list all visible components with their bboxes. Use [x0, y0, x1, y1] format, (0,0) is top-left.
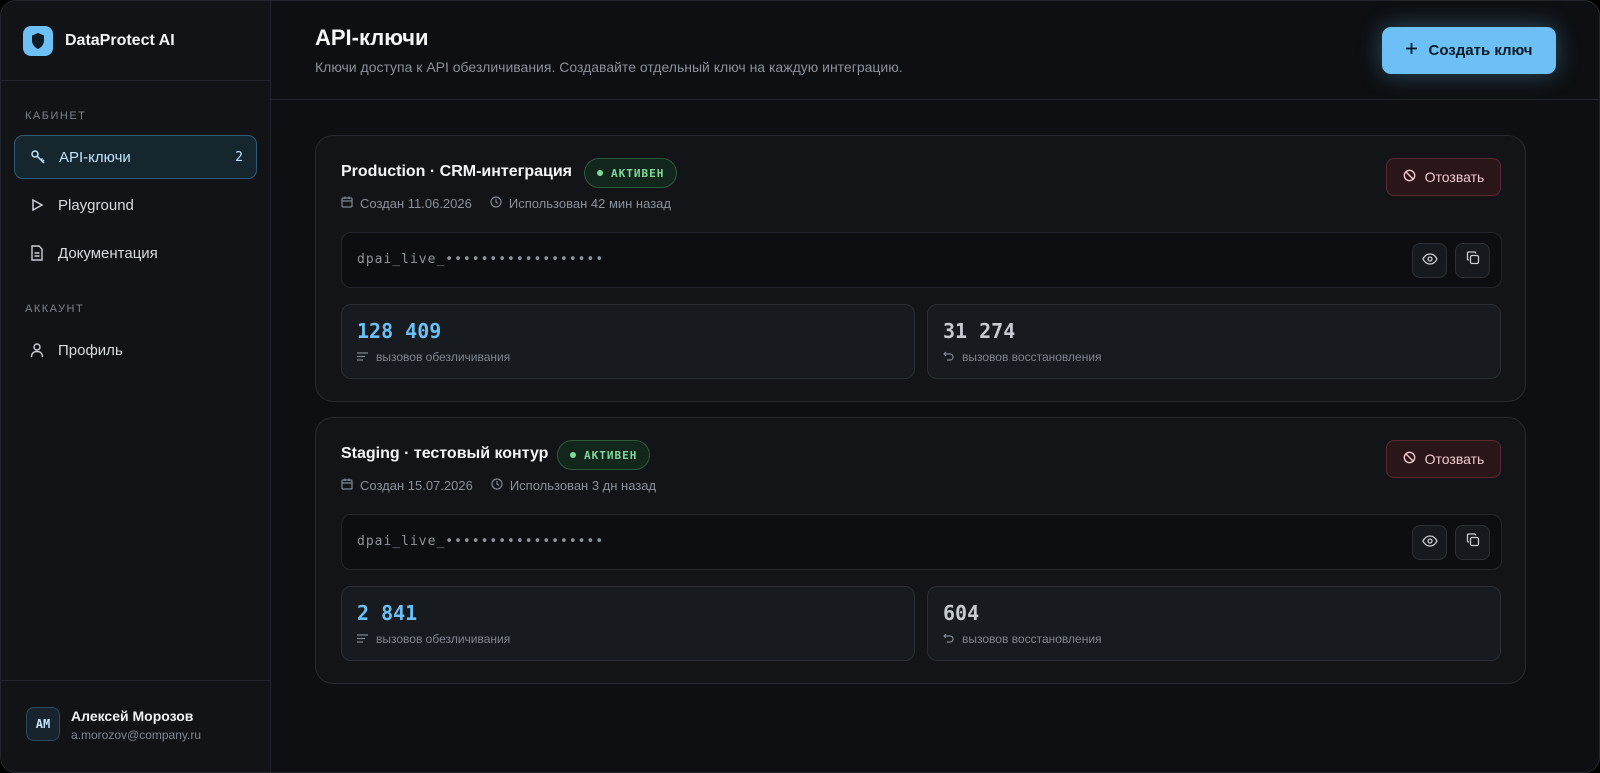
app-window: DataProtect AI КАБИНЕТ API-ключи 2 Playg…: [0, 0, 1600, 773]
key-name: Production · CRM-интеграция: [341, 163, 572, 180]
user-email: a.morozov@company.ru: [71, 728, 202, 742]
shield-logo-icon: [23, 25, 53, 56]
restore-label: вызовов восстановления: [962, 632, 1102, 646]
sidebar-item-label: API-ключи: [59, 148, 131, 166]
restore-count: 604: [943, 601, 980, 625]
show-key-button[interactable]: [1412, 525, 1447, 560]
api-key-card: Staging · тестовый контур АКТИВЕН Создан…: [315, 417, 1526, 684]
lines-icon: [357, 632, 368, 646]
user-block[interactable]: AM Алексей Морозов a.morozov@company.ru: [1, 680, 271, 772]
calendar-icon: [341, 478, 353, 493]
copy-key-button[interactable]: [1455, 243, 1490, 278]
created-date: Создан 15.07.2026: [360, 478, 473, 493]
brand[interactable]: DataProtect AI: [1, 1, 270, 81]
page-subtitle: Ключи доступа к API обезличивания. Созда…: [315, 59, 903, 75]
anonymize-label: вызовов обезличивания: [376, 350, 511, 364]
nav-section-account: АККАУНТ: [25, 303, 85, 315]
sidebar-item-playground[interactable]: Playground: [14, 183, 257, 227]
sidebar: DataProtect AI КАБИНЕТ API-ключи 2 Playg…: [1, 1, 271, 772]
avatar: AM: [26, 707, 60, 741]
undo-icon: [943, 632, 954, 646]
sidebar-item-label: Профиль: [58, 341, 123, 359]
anonymize-count: 128 409: [357, 319, 442, 343]
eye-icon: [1421, 534, 1438, 552]
ban-icon: [1403, 451, 1416, 467]
plus-icon: [1405, 42, 1418, 59]
user-name: Алексей Морозов: [71, 708, 194, 724]
sidebar-item-profile[interactable]: Профиль: [14, 328, 257, 372]
key-field[interactable]: dpai_live_••••••••••••••••••: [341, 514, 1502, 570]
sidebar-item-label: Документация: [58, 244, 158, 262]
create-key-label: Создать ключ: [1428, 42, 1533, 59]
masked-key: dpai_live_••••••••••••••••••: [357, 252, 605, 267]
restore-stat: 31 274 вызовов восстановления: [927, 304, 1501, 379]
lines-icon: [357, 350, 368, 364]
anonymize-stat: 2 841 вызовов обезличивания: [341, 586, 915, 661]
clock-icon: [491, 478, 503, 493]
last-used: Использован 42 мин назад: [508, 196, 671, 211]
created-date: Создан 11.06.2026: [360, 196, 472, 211]
clock-icon: [490, 196, 502, 211]
copy-key-button[interactable]: [1455, 525, 1490, 560]
app-name: DataProtect AI: [65, 31, 175, 49]
undo-icon: [943, 350, 954, 364]
create-key-button[interactable]: Создать ключ: [1382, 27, 1556, 74]
status-label: АКТИВЕН: [584, 448, 638, 462]
revoke-label: Отозвать: [1424, 169, 1485, 185]
page-header: API-ключи Ключи доступа к API обезличива…: [271, 1, 1599, 100]
key-meta: Создан 15.07.2026 Использован 3 дн назад: [341, 478, 674, 493]
anonymize-stat: 128 409 вызовов обезличивания: [341, 304, 915, 379]
masked-key: dpai_live_••••••••••••••••••: [357, 534, 605, 549]
revoke-button[interactable]: Отозвать: [1386, 440, 1501, 478]
anonymize-count: 2 841: [357, 601, 418, 625]
calendar-icon: [341, 196, 353, 211]
status-dot-icon: [570, 452, 576, 458]
copy-icon: [1466, 533, 1480, 552]
restore-label: вызовов восстановления: [962, 350, 1102, 364]
status-label: АКТИВЕН: [611, 166, 665, 180]
key-meta: Создан 11.06.2026 Использован 42 мин наз…: [341, 196, 689, 211]
sidebar-item-label: Playground: [58, 196, 134, 214]
revoke-button[interactable]: Отозвать: [1386, 158, 1501, 196]
ban-icon: [1403, 169, 1416, 185]
user-icon: [28, 341, 46, 359]
status-dot-icon: [597, 170, 603, 176]
revoke-label: Отозвать: [1424, 451, 1485, 467]
key-icon: [29, 148, 47, 166]
status-badge: АКТИВЕН: [557, 440, 651, 470]
status-badge: АКТИВЕН: [584, 158, 678, 188]
api-key-card: Production · CRM-интеграция АКТИВЕН Созд…: [315, 135, 1526, 402]
copy-icon: [1466, 251, 1480, 270]
anonymize-label: вызовов обезличивания: [376, 632, 511, 646]
api-keys-count-badge: 2: [235, 149, 243, 165]
last-used: Использован 3 дн назад: [509, 478, 657, 493]
nav-section-cabinet: КАБИНЕТ: [25, 110, 87, 122]
sidebar-item-api-keys[interactable]: API-ключи 2: [14, 135, 257, 179]
page-title: API-ключи: [315, 25, 429, 50]
show-key-button[interactable]: [1412, 243, 1447, 278]
eye-icon: [1421, 252, 1438, 270]
key-name: Staging · тестовый контур: [341, 445, 549, 462]
sidebar-item-documentation[interactable]: Документация: [14, 231, 257, 275]
restore-count: 31 274: [943, 319, 1016, 343]
document-icon: [28, 244, 46, 262]
restore-stat: 604 вызовов восстановления: [927, 586, 1501, 661]
play-icon: [28, 196, 46, 214]
key-field[interactable]: dpai_live_••••••••••••••••••: [341, 232, 1502, 288]
